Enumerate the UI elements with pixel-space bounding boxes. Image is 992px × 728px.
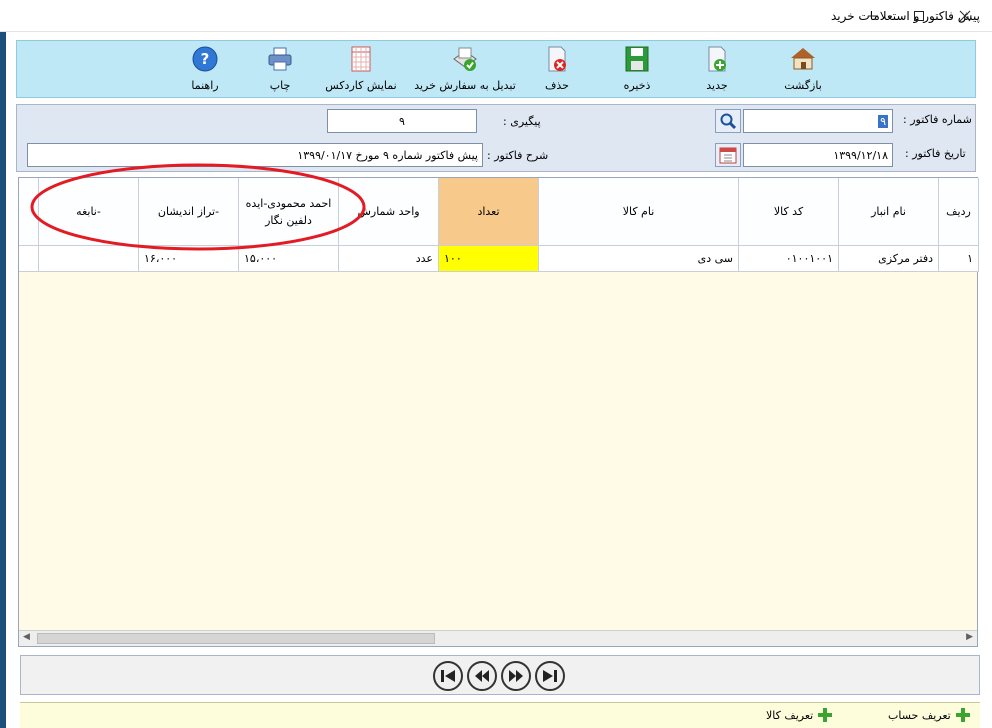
close-button[interactable] [942, 0, 988, 32]
cell-vendor-1[interactable]: ۱۵،۰۰۰ [239, 246, 339, 272]
define-account-link[interactable]: تعریف حساب [888, 707, 971, 723]
kardex-button[interactable]: نمایش کاردکس [323, 45, 399, 97]
delete-button[interactable]: حذف [537, 45, 577, 97]
minimize-icon [868, 15, 878, 17]
calendar-icon [719, 147, 737, 164]
new-button[interactable]: جدید [695, 45, 739, 97]
record-navigation-bar [20, 655, 980, 695]
cell-overflow [19, 246, 39, 272]
header-overflow [19, 178, 39, 246]
back-button[interactable]: بازگشت [773, 45, 833, 97]
left-edge [0, 32, 6, 728]
help-label: راهنما [191, 79, 219, 92]
description-label: شرح فاکتور : [487, 149, 549, 162]
previous-icon [475, 670, 489, 682]
calendar-button[interactable] [715, 143, 741, 167]
cell-item-code[interactable]: ۰۱۰۰۱۰۰۱ [739, 246, 839, 272]
header-quantity[interactable]: تعداد [439, 178, 539, 246]
print-label: چاپ [269, 79, 291, 92]
scrollbar-thumb[interactable] [37, 633, 435, 644]
convert-to-order-button[interactable]: تبدیل به سفارش خرید [409, 45, 521, 97]
cell-warehouse[interactable]: دفتر مرکزی [839, 246, 939, 272]
header-vendor-1[interactable]: احمد محمودی-ایده دلفین نگار [239, 178, 339, 246]
save-label: ذخیره [623, 79, 651, 92]
convert-label: تبدیل به سفارش خرید [414, 79, 516, 92]
delete-document-icon [543, 45, 571, 73]
new-label: جدید [706, 79, 728, 92]
invoice-header-form: شماره فاکتور : ۹ پیگیری : ۹ تاریخ فاکتور… [16, 104, 976, 172]
maximize-icon [914, 11, 924, 21]
invoice-number-label: شماره فاکتور : [903, 113, 972, 126]
cell-row-number[interactable]: ۱ [939, 246, 979, 272]
help-button[interactable]: ? راهنما [185, 45, 225, 97]
printer-icon [266, 45, 294, 73]
header-warehouse[interactable]: نام انبار [839, 178, 939, 246]
previous-record-button[interactable] [467, 661, 497, 691]
first-icon [441, 670, 455, 682]
minimize-button[interactable] [850, 0, 896, 32]
header-row-number[interactable]: ردیف [939, 178, 979, 246]
scroll-right-icon[interactable]: ▶ [966, 632, 973, 642]
header-vendor-2[interactable]: -تراز اندیشان [139, 178, 239, 246]
toolbar: بازگشت جدید ذخیره حذف تبدیل به سفارش خری… [16, 40, 976, 98]
header-vendor-3[interactable]: -نابغه [39, 178, 139, 246]
add-icon [817, 707, 833, 723]
back-label: بازگشت [784, 79, 822, 92]
search-invoice-button[interactable] [715, 109, 741, 133]
maximize-button[interactable] [896, 0, 942, 32]
description-input[interactable]: پیش فاکتور شماره ۹ مورخ ۱۳۹۹/۰۱/۱۷ [27, 143, 483, 167]
next-icon [509, 670, 523, 682]
next-record-button[interactable] [501, 661, 531, 691]
define-item-link[interactable]: تعریف کالا [766, 707, 833, 723]
add-icon [955, 707, 971, 723]
delete-label: حذف [545, 79, 569, 92]
close-icon [959, 10, 971, 22]
first-record-button[interactable] [433, 661, 463, 691]
cell-quantity[interactable]: ۱۰۰ [439, 246, 539, 272]
new-document-icon [703, 45, 731, 73]
followup-input[interactable]: ۹ [327, 109, 477, 133]
title-bar: پیش فاکتور و استعلامات خرید [0, 0, 992, 32]
invoice-date-label: تاریخ فاکتور : [905, 147, 966, 160]
horizontal-scrollbar[interactable]: ◀ ▶ [19, 630, 977, 646]
items-grid: ردیف نام انبار کد کالا نام کالا تعداد وا… [18, 177, 979, 647]
bottom-shortcuts-bar: تعریف حساب تعریف کالا [20, 702, 980, 728]
invoice-date-input[interactable]: ۱۳۹۹/۱۲/۱۸ [743, 143, 893, 167]
svg-text:?: ? [201, 50, 210, 68]
kardex-icon [347, 45, 375, 73]
cell-item-name[interactable]: سی دی [539, 246, 739, 272]
search-icon [720, 113, 737, 130]
followup-label: پیگیری : [503, 115, 541, 128]
last-icon [543, 670, 557, 682]
last-record-button[interactable] [535, 661, 565, 691]
convert-order-icon [451, 45, 479, 73]
save-button[interactable]: ذخیره [615, 45, 659, 97]
scroll-left-icon[interactable]: ◀ [23, 632, 30, 642]
cell-unit[interactable]: عدد [339, 246, 439, 272]
help-icon: ? [191, 45, 219, 73]
cell-vendor-3[interactable] [39, 246, 139, 272]
kardex-label: نمایش کاردکس [325, 79, 397, 92]
header-item-code[interactable]: کد کالا [739, 178, 839, 246]
cell-vendor-2[interactable]: ۱۶،۰۰۰ [139, 246, 239, 272]
header-item-name[interactable]: نام کالا [539, 178, 739, 246]
print-button[interactable]: چاپ [263, 45, 297, 97]
invoice-number-input[interactable]: ۹ [743, 109, 893, 133]
header-unit[interactable]: واحد شمارش [339, 178, 439, 246]
save-icon [623, 45, 651, 73]
home-icon [789, 45, 817, 73]
